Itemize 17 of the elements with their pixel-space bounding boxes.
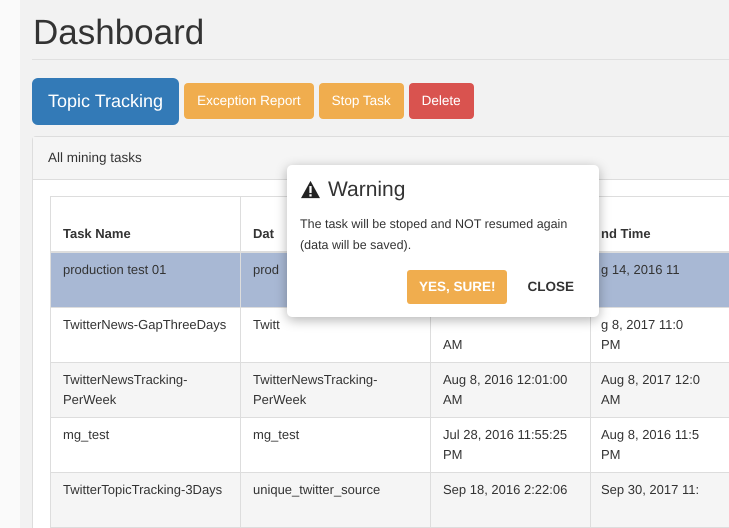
table-cell: TwitterNewsTracking- PerWeek <box>240 362 430 418</box>
table-cell: Sep 18, 2016 2:22:06 <box>430 472 590 528</box>
table-cell: Aug 8, 2016 12:01:00 AM <box>430 362 590 418</box>
warning-icon <box>300 180 321 200</box>
toolbar-button[interactable]: Topic Tracking <box>32 78 180 124</box>
page-title: Dashboard <box>33 14 206 52</box>
table-cell: TwitterNews-GapThreeDays <box>50 307 240 362</box>
delete-button[interactable]: Delete <box>408 82 474 120</box>
close-button[interactable]: CLOSE <box>515 270 586 304</box>
table-cell: TwitterTopicTracking-3Days <box>50 472 240 528</box>
table-cell: Jul 28, 2016 11:55:25 PM <box>430 417 590 472</box>
table-cell: production test 01 <box>50 252 240 308</box>
table-cell: mg_test <box>50 417 240 472</box>
table-cell: mg_test <box>240 417 430 472</box>
table-cell: TwitterNewsTracking- PerWeek <box>50 362 240 418</box>
panel-title: All mining tasks <box>48 150 142 164</box>
table-cell: unique_twitter_source <box>240 472 430 528</box>
